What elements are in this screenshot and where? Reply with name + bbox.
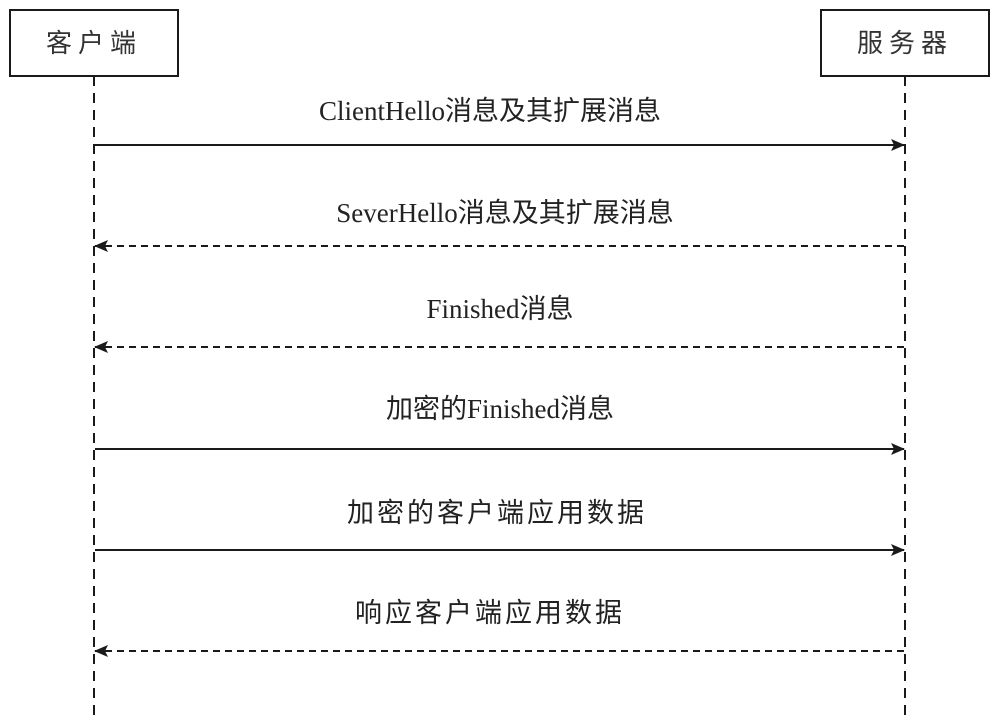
message-encrypted-app-data: 加密的客户端应用数据 (95, 498, 905, 556)
participant-client: 客户端 (9, 9, 179, 77)
participant-server-label: 服务器 (857, 29, 953, 59)
message-finished: Finished消息 (94, 294, 904, 353)
message-client-hello: ClientHello消息及其扩展消息 (95, 96, 905, 151)
message-label: ClientHello消息及其扩展消息 (319, 96, 661, 126)
message-label: 加密的Finished消息 (386, 394, 614, 424)
message-server-hello: SeverHello消息及其扩展消息 (94, 198, 904, 252)
message-label: SeverHello消息及其扩展消息 (336, 198, 673, 228)
participant-server: 服务器 (820, 9, 990, 77)
message-label: 加密的客户端应用数据 (347, 498, 647, 528)
participant-client-label: 客户端 (46, 29, 142, 59)
message-encrypted-finished: 加密的Finished消息 (95, 394, 905, 455)
message-label: Finished消息 (426, 294, 573, 324)
sequence-diagram: 客户端 服务器 ClientHello消息及其扩展消息 SeverHello消息… (9, 9, 990, 722)
message-response-app-data: 响应客户端应用数据 (94, 598, 904, 657)
message-label: 响应客户端应用数据 (355, 598, 625, 628)
